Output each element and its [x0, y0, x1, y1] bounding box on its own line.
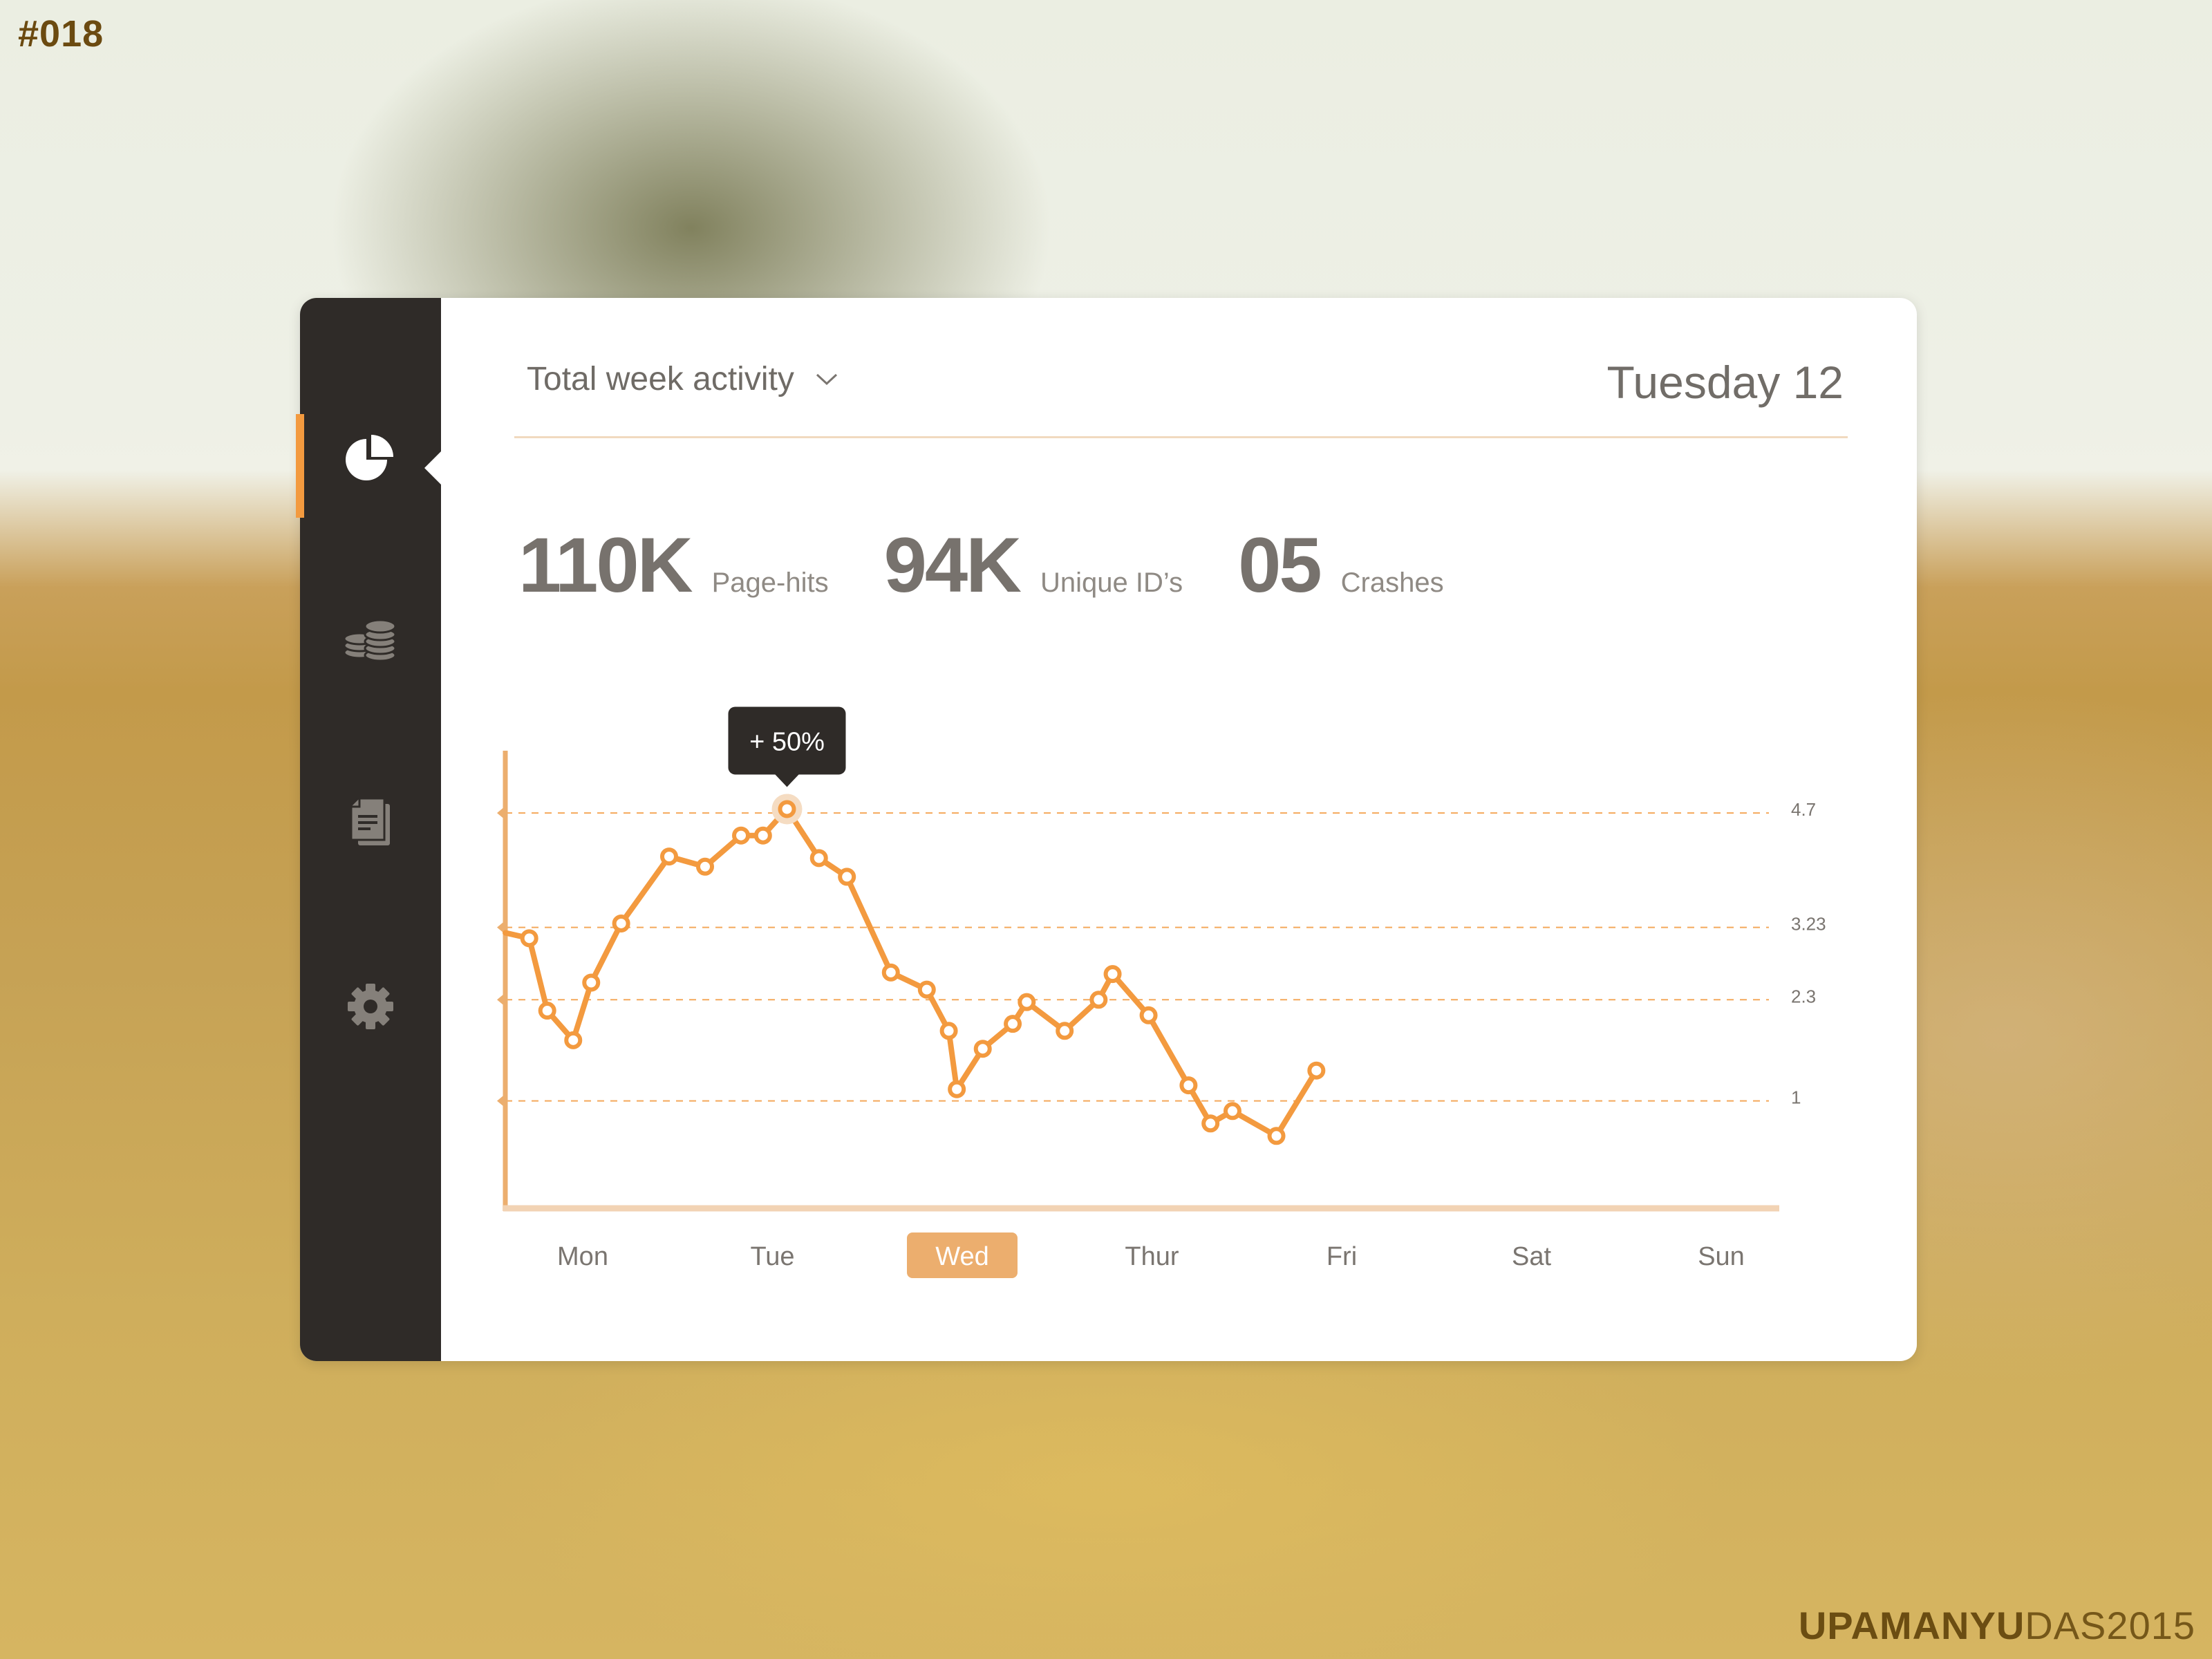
data-point[interactable]: [1089, 991, 1108, 1009]
dashboard-card: Total week activity Tuesday 12 110K Page…: [296, 298, 1917, 1361]
data-point[interactable]: [973, 1040, 992, 1058]
watermark-first: UPAMANYU: [1798, 1604, 2025, 1647]
y-tick-label: 3.23: [1791, 914, 1826, 935]
x-tick-label-thur[interactable]: Thur: [1125, 1242, 1179, 1271]
tooltip-pointer: [774, 774, 800, 787]
data-point[interactable]: [917, 980, 936, 999]
shot-number: #018: [18, 13, 104, 55]
data-point[interactable]: [696, 857, 714, 876]
x-tick-label-wed[interactable]: Wed: [935, 1242, 988, 1271]
data-point[interactable]: [1056, 1022, 1074, 1040]
data-point[interactable]: [1307, 1061, 1326, 1080]
watermark-year: 2015: [2106, 1604, 2195, 1647]
data-point[interactable]: [881, 963, 900, 982]
data-point[interactable]: [1018, 993, 1036, 1011]
data-point[interactable]: [778, 800, 796, 818]
y-tick-label: 1: [1791, 1087, 1801, 1108]
x-tick-label-sun[interactable]: Sun: [1698, 1242, 1745, 1271]
y-tick-label: 2.3: [1791, 986, 1816, 1006]
data-point[interactable]: [1201, 1114, 1220, 1133]
data-point[interactable]: [1103, 965, 1122, 984]
data-point[interactable]: [564, 1031, 583, 1049]
data-point[interactable]: [520, 929, 538, 948]
data-point[interactable]: [939, 1022, 958, 1040]
data-point[interactable]: [612, 914, 630, 932]
data-point[interactable]: [809, 849, 828, 868]
data-point[interactable]: [838, 868, 856, 886]
x-tick-label-sat[interactable]: Sat: [1512, 1242, 1551, 1271]
y-tick-label: 4.7: [1791, 799, 1816, 820]
data-point[interactable]: [1004, 1015, 1022, 1033]
data-point[interactable]: [582, 973, 601, 992]
data-point[interactable]: [1223, 1102, 1241, 1121]
data-point[interactable]: [1139, 1006, 1158, 1024]
author-watermark: UPAMANYUDAS2015: [1799, 1603, 2195, 1648]
data-point[interactable]: [948, 1080, 966, 1098]
x-tick-label-tue[interactable]: Tue: [750, 1242, 794, 1271]
data-point[interactable]: [659, 847, 678, 866]
watermark-last: DAS: [2025, 1604, 2107, 1647]
data-point[interactable]: [538, 1002, 556, 1020]
tooltip-text: + 50%: [749, 727, 825, 756]
data-point[interactable]: [1179, 1076, 1198, 1095]
data-point[interactable]: [1267, 1127, 1286, 1145]
data-point[interactable]: [753, 826, 772, 845]
activity-line-chart: 1 2.3 3.23 4.7 + 50% Mon Tue Wed Thur Fri Sat Sun: [497, 706, 1826, 1278]
x-tick-label-mon[interactable]: Mon: [557, 1242, 608, 1271]
data-point[interactable]: [732, 826, 751, 845]
x-tick-label-fri[interactable]: Fri: [1327, 1242, 1357, 1271]
